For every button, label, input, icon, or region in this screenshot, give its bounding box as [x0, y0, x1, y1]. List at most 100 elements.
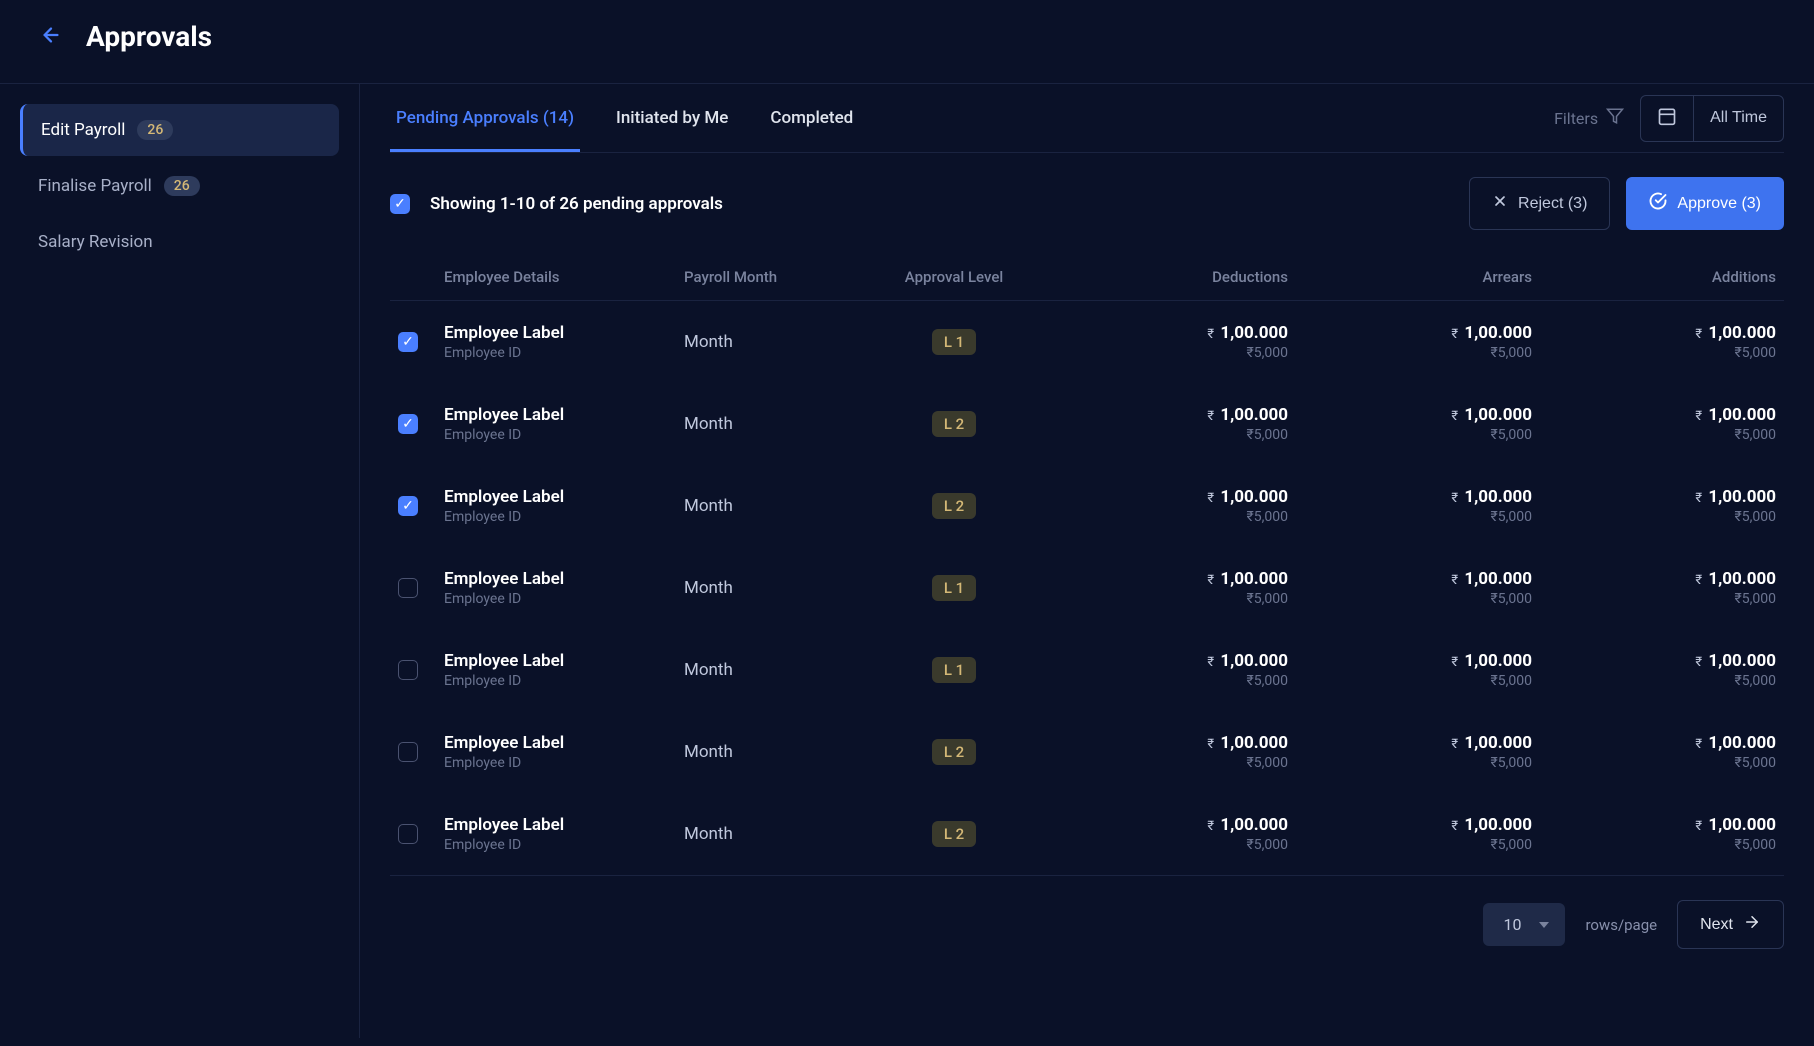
check-circle-icon [1649, 192, 1667, 215]
money-cell: ₹ 1,00.000₹5,000 [1288, 733, 1532, 771]
header: Approvals [0, 0, 1814, 84]
money-cell: ₹ 1,00.000₹5,000 [1532, 733, 1776, 771]
approvals-table: Employee Details Payroll Month Approval … [390, 254, 1784, 875]
sidebar-item-0[interactable]: Edit Payroll 26 [20, 104, 339, 156]
summary-text: Showing 1-10 of 26 pending approvals [430, 194, 723, 214]
row-checkbox[interactable]: ✓ [398, 332, 418, 352]
approval-level-badge: L 2 [932, 493, 976, 519]
filters-label: Filters [1554, 109, 1598, 128]
col-employee: Employee Details [444, 268, 684, 286]
col-deductions: Deductions [1044, 268, 1288, 286]
approval-level-badge: L 1 [932, 657, 976, 683]
money-cell: ₹ 1,00.000₹5,000 [1044, 569, 1288, 607]
reject-button[interactable]: Reject (3) [1469, 177, 1610, 230]
employee-label: Employee Label [444, 815, 684, 835]
page-title: Approvals [86, 20, 212, 53]
table-row: Employee LabelEmployee IDMonthL 1₹ 1,00.… [390, 629, 1784, 711]
next-button[interactable]: Next [1677, 900, 1784, 949]
employee-label: Employee Label [444, 405, 684, 425]
employee-id: Employee ID [444, 673, 684, 689]
money-cell: ₹ 1,00.000₹5,000 [1288, 487, 1532, 525]
employee-label: Employee Label [444, 651, 684, 671]
date-range-label: All Time [1710, 109, 1767, 127]
back-arrow-icon[interactable] [40, 24, 62, 50]
approve-button[interactable]: Approve (3) [1626, 177, 1784, 230]
close-icon [1492, 193, 1508, 214]
employee-id: Employee ID [444, 837, 684, 853]
next-label: Next [1700, 916, 1733, 934]
approve-label: Approve (3) [1677, 195, 1761, 213]
sidebar-item-badge: 26 [164, 176, 200, 196]
date-filter: All Time [1640, 95, 1784, 142]
sidebar-item-label: Salary Revision [38, 232, 153, 252]
tab-1[interactable]: Initiated by Me [610, 84, 734, 152]
content: Pending Approvals (14) Initiated by Me Com… [360, 84, 1814, 1038]
pagination: 10 rows/page Next [390, 875, 1784, 973]
col-level: Approval Level [864, 268, 1044, 286]
employee-id: Employee ID [444, 427, 684, 443]
employee-id: Employee ID [444, 755, 684, 771]
select-all-checkbox[interactable]: ✓ [390, 194, 410, 214]
money-cell: ₹ 1,00.000₹5,000 [1044, 323, 1288, 361]
payroll-month: Month [684, 578, 864, 598]
sidebar-item-badge: 26 [137, 120, 173, 140]
money-cell: ₹ 1,00.000₹5,000 [1288, 405, 1532, 443]
employee-id: Employee ID [444, 345, 684, 361]
action-row: ✓ Showing 1-10 of 26 pending approvals R… [390, 153, 1784, 254]
tab-2[interactable]: Completed [764, 84, 859, 152]
col-arrears: Arrears [1288, 268, 1532, 286]
row-checkbox[interactable] [398, 578, 418, 598]
sidebar-item-1[interactable]: Finalise Payroll26 [20, 160, 339, 212]
money-cell: ₹ 1,00.000₹5,000 [1532, 487, 1776, 525]
page-size-value: 10 [1503, 915, 1521, 934]
table-header: Employee Details Payroll Month Approval … [390, 254, 1784, 301]
employee-label: Employee Label [444, 569, 684, 589]
tabs: Pending Approvals (14) Initiated by Me Com… [390, 84, 859, 152]
payroll-month: Month [684, 332, 864, 352]
table-row: Employee LabelEmployee IDMonthL 2₹ 1,00.… [390, 711, 1784, 793]
date-range-button[interactable]: All Time [1694, 96, 1783, 141]
sidebar-item-2[interactable]: Salary Revision [20, 216, 339, 268]
approval-level-badge: L 1 [932, 329, 976, 355]
table-row: ✓ Employee Label Employee IDMonth L 2 ₹ 1,00… [390, 465, 1784, 547]
calendar-button[interactable] [1641, 96, 1694, 141]
row-checkbox[interactable] [398, 824, 418, 844]
payroll-month: Month [684, 414, 864, 434]
table-row: ✓Employee LabelEmployee IDMonthL 1₹ 1,00… [390, 301, 1784, 383]
money-cell: ₹ 1,00.000₹5,000 [1532, 569, 1776, 607]
approval-level-badge: L 1 [932, 575, 976, 601]
employee-id: Employee ID [444, 591, 684, 607]
sidebar-item-label: Edit Payroll [41, 120, 125, 140]
money-cell: ₹ 1,00.000₹5,000 [1532, 651, 1776, 689]
money-cell: ₹ 1,00.000₹5,000 [1532, 323, 1776, 361]
money-cell: ₹ 1,00.000₹5,000 [1532, 405, 1776, 443]
money-cell: ₹ 1,00.000₹5,000 [1044, 405, 1288, 443]
row-checkbox[interactable]: ✓ [398, 496, 418, 516]
approval-level-badge: L 2 [932, 411, 976, 437]
filter-icon [1606, 107, 1624, 129]
employee-id: Employee ID [444, 509, 684, 525]
money-cell: ₹ 1,00.000₹5,000 [1044, 815, 1288, 853]
sidebar: Edit Payroll26Finalise Payroll26Salary R… [0, 84, 360, 1038]
reject-label: Reject (3) [1518, 195, 1587, 213]
table-row: ✓ Employee Label Employee IDMonth L 2 ₹ 1,00… [390, 383, 1784, 465]
row-checkbox[interactable]: ✓ [398, 414, 418, 434]
payroll-month: Month [684, 496, 864, 516]
row-checkbox[interactable] [398, 742, 418, 762]
money-cell: ₹ 1,00.000₹5,000 [1044, 651, 1288, 689]
col-month: Payroll Month [684, 268, 864, 286]
employee-label: Employee Label [444, 487, 684, 507]
table-row: Employee LabelEmployee IDMonthL 2₹ 1,00.… [390, 793, 1784, 875]
arrow-right-icon [1743, 913, 1761, 936]
money-cell: ₹ 1,00.000₹5,000 [1288, 569, 1532, 607]
filters-button[interactable]: Filters [1554, 107, 1624, 129]
page-size-select[interactable]: 10 [1483, 903, 1565, 946]
col-additions: Additions [1532, 268, 1776, 286]
row-checkbox[interactable] [398, 660, 418, 680]
payroll-month: Month [684, 824, 864, 844]
employee-label: Employee Label [444, 733, 684, 753]
calendar-icon [1657, 106, 1677, 131]
tab-0[interactable]: Pending Approvals (14) [390, 84, 580, 152]
tabs-row: Pending Approvals (14) Initiated by Me Com… [390, 84, 1784, 153]
money-cell: ₹ 1,00.000₹5,000 [1288, 651, 1532, 689]
